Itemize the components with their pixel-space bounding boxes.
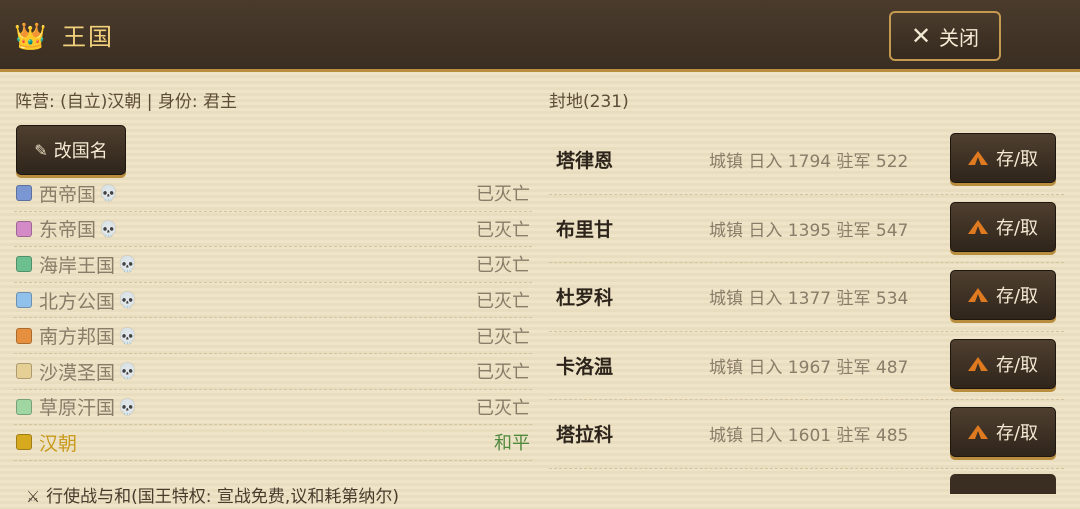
kingdom-row[interactable]: 草原汗国 💀 已灭亡	[14, 390, 532, 426]
rename-label: 改国名	[53, 141, 108, 162]
kingdom-color-swatch	[16, 185, 32, 202]
kingdom-list: 西帝国 💀 已灭亡 东帝国 💀 已灭亡 海岸王国 💀 已灭亡 北方公国 💀 已灭亡 南方邦国 💀 已灭亡 沙漠…	[14, 176, 532, 461]
fief-name: 卡洛温	[556, 355, 614, 378]
kingdom-status: 已灭亡	[476, 184, 530, 206]
kingdom-row[interactable]: 海岸王国 💀 已灭亡	[14, 247, 532, 283]
kingdom-color-swatch	[16, 363, 32, 380]
kingdom-color-swatch	[16, 256, 32, 273]
kingdom-color-swatch	[16, 327, 32, 344]
store-withdraw-label: 存/取	[995, 149, 1039, 170]
tent-icon	[967, 356, 988, 371]
fief-info: 城镇 日入 1794 驻军 522	[709, 152, 909, 172]
kingdom-row[interactable]: 南方邦国 💀 已灭亡	[14, 318, 532, 354]
kingdom-status: 已灭亡	[476, 397, 530, 419]
kingdom-name: 草原汗国	[39, 397, 116, 420]
kingdom-name: 东帝国	[39, 219, 97, 242]
kingdom-row[interactable]: 北方公国 💀 已灭亡	[14, 283, 532, 319]
kingdom-name: 汉朝	[39, 432, 78, 455]
crown-icon: 👑	[14, 22, 47, 52]
skull-icon: 💀	[99, 219, 118, 238]
kingdom-status: 已灭亡	[476, 362, 530, 384]
skull-icon: 💀	[118, 255, 137, 274]
faction-status: 阵营: (自立)汉朝 | 身份: 君主	[15, 92, 238, 112]
kingdom-status: 已灭亡	[476, 219, 530, 241]
fief-name: 杜罗科	[556, 287, 614, 309]
skull-icon: 💀	[118, 291, 137, 310]
close-icon: ✕	[910, 22, 932, 50]
tent-icon	[967, 151, 988, 165]
pencil-icon: ✎	[34, 140, 48, 160]
kingdom-row[interactable]: 汉朝 和平	[14, 425, 532, 461]
fief-info: 城镇 日入 1967 驻军 487	[709, 357, 909, 378]
fief-row: 杜罗科 城镇 日入 1377 驻军 534 存/取	[549, 263, 1064, 332]
kingdom-status: 和平	[494, 433, 530, 455]
kingdom-name: 北方公国	[39, 290, 116, 313]
skull-icon: 💀	[118, 362, 137, 381]
store-withdraw-label: 存/取	[995, 217, 1039, 239]
title-bar: 👑 王国 ✕ 关闭	[0, 0, 1080, 72]
fief-row: 布里甘 城镇 日入 1395 驻军 547 存/取	[549, 195, 1064, 263]
fief-row: 卡洛温 城镇 日入 1967 驻军 487 存/取	[549, 332, 1064, 400]
fief-info: 城镇 日入 1395 驻军 547	[709, 220, 909, 241]
fief-name: 塔拉科	[556, 424, 614, 446]
kingdom-name: 西帝国	[39, 183, 97, 206]
page-title: 王国	[62, 23, 114, 51]
kingdom-color-swatch	[16, 220, 32, 237]
kingdom-row[interactable]: 沙漠圣国 💀 已灭亡	[14, 354, 532, 390]
store-withdraw-label: 存/取	[995, 354, 1039, 376]
tent-icon	[967, 288, 988, 302]
fief-info: 城镇 日入 1601 驻军 485	[709, 426, 909, 446]
store-withdraw-label: 存/取	[995, 423, 1039, 444]
war-power-text: 行使战与和(国王特权: 宣战免费,议和耗第纳尔)	[46, 487, 399, 507]
fief-name: 布里甘	[556, 218, 614, 241]
fief-row: 塔律恩 城镇 日入 1794 驻军 522 存/取	[549, 126, 1064, 195]
kingdom-color-swatch	[16, 398, 32, 415]
store-withdraw-button[interactable]: 存/取	[950, 201, 1056, 252]
crossed-swords-icon: ⚔	[25, 487, 41, 506]
close-label: 关闭	[939, 25, 980, 50]
skull-icon: 💀	[118, 326, 137, 345]
skull-icon: 💀	[99, 184, 118, 203]
fief-name: 塔律恩	[556, 150, 614, 172]
kingdom-status: 已灭亡	[476, 255, 530, 277]
rename-kingdom-button[interactable]: ✎ 改国名	[16, 125, 126, 175]
kingdom-row[interactable]: 西帝国 💀 已灭亡	[14, 176, 532, 212]
fief-list-header: 封地(231)	[549, 92, 629, 112]
kingdom-status: 已灭亡	[476, 291, 530, 313]
store-withdraw-button[interactable]: 存/取	[950, 270, 1056, 320]
fief-row: 塔拉科 城镇 日入 1601 驻军 485 存/取	[549, 400, 1064, 469]
tent-icon	[967, 425, 988, 439]
store-withdraw-button[interactable]: 存/取	[950, 133, 1056, 183]
store-withdraw-button[interactable]: 存/取	[950, 338, 1056, 389]
kingdom-color-swatch	[16, 434, 32, 451]
skull-icon: 💀	[118, 397, 137, 416]
kingdom-name: 沙漠圣国	[39, 361, 116, 384]
kingdom-name: 海岸王国	[39, 254, 116, 277]
close-button[interactable]: ✕ 关闭	[889, 11, 1001, 61]
kingdom-name: 南方邦国	[39, 326, 116, 349]
kingdom-row[interactable]: 东帝国 💀 已灭亡	[14, 212, 532, 248]
store-withdraw-button[interactable]: 存/取	[950, 407, 1056, 457]
store-withdraw-button[interactable]	[950, 474, 1056, 494]
fief-info: 城镇 日入 1377 驻军 534	[709, 289, 909, 309]
fief-list: 塔律恩 城镇 日入 1794 驻军 522 存/取 布里甘 城镇 日入 1395 驻军 …	[549, 126, 1064, 469]
kingdom-color-swatch	[16, 292, 32, 309]
tent-icon	[967, 219, 988, 234]
store-withdraw-label: 存/取	[995, 286, 1039, 307]
kingdom-status: 已灭亡	[476, 326, 530, 348]
war-and-peace-privilege[interactable]: ⚔ 行使战与和(国王特权: 宣战免费,议和耗第纳尔)	[15, 461, 399, 509]
